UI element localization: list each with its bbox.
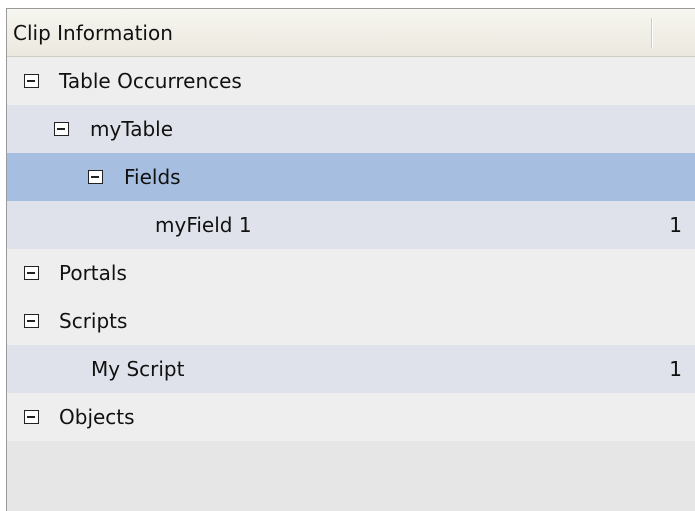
clip-information-panel: Clip Information Table Occurrences myTab… [6, 8, 695, 511]
tree-row-mytable[interactable]: myTable [7, 105, 695, 153]
tree-row-objects[interactable]: Objects [7, 393, 695, 441]
tree-row-scripts[interactable]: Scripts [7, 297, 695, 345]
tree-row-table-occurrences[interactable]: Table Occurrences [7, 57, 695, 105]
tree-row-label: myField 1 [155, 213, 252, 237]
tree-row-label: Fields [124, 165, 181, 189]
tree-row-label: Portals [59, 261, 127, 285]
usage-count: 1 [669, 213, 682, 237]
tree-row-label: Table Occurrences [59, 69, 242, 93]
tree-row-label: Objects [59, 405, 135, 429]
collapse-minus-icon[interactable] [24, 74, 39, 88]
tree-row-my-script[interactable]: My Script 1 [7, 345, 695, 393]
usage-count: 1 [669, 357, 682, 381]
panel-title: Clip Information [13, 21, 173, 45]
tree-row-portals[interactable]: Portals [7, 249, 695, 297]
collapse-minus-icon[interactable] [54, 122, 69, 136]
collapse-minus-icon[interactable] [24, 410, 39, 424]
tree-row-myfield[interactable]: myField 1 1 [7, 201, 695, 249]
tree-row-label: myTable [90, 117, 174, 141]
collapse-minus-icon[interactable] [24, 314, 39, 328]
tree-row-label: Scripts [59, 309, 128, 333]
collapse-minus-icon[interactable] [24, 266, 39, 280]
collapse-minus-icon[interactable] [88, 170, 103, 184]
tree-row-label: My Script [91, 357, 185, 381]
empty-tree-area [7, 441, 695, 511]
tree-row-fields[interactable]: Fields [7, 153, 695, 201]
panel-header[interactable]: Clip Information [7, 9, 695, 57]
column-divider[interactable] [651, 18, 653, 48]
tree-view: Table Occurrences myTable Fields myField… [7, 57, 695, 511]
